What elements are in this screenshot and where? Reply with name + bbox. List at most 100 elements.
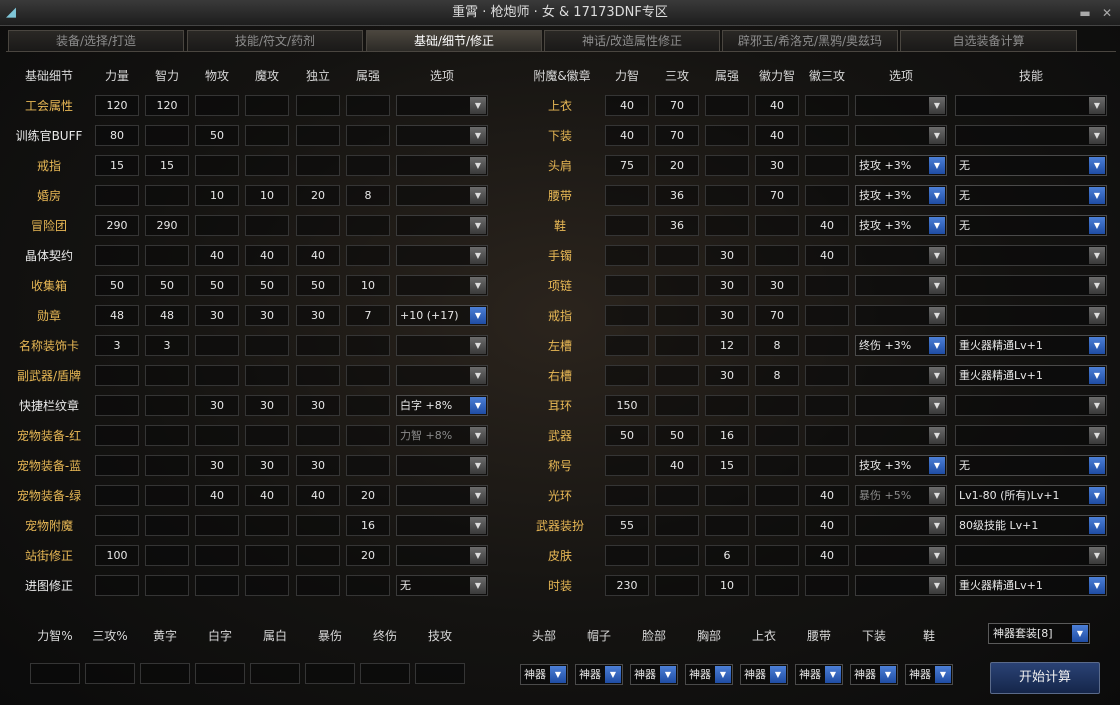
stat-field[interactable]: 40 (195, 485, 239, 506)
stat-field[interactable] (605, 275, 649, 296)
stat-field[interactable] (95, 425, 139, 446)
tab-3[interactable]: 神话/改造属性修正 (544, 30, 720, 51)
bonus-field[interactable] (85, 663, 135, 684)
skill-select[interactable]: ▼ (955, 125, 1107, 146)
stat-field[interactable] (195, 155, 239, 176)
stat-field[interactable] (346, 215, 390, 236)
stat-field[interactable] (245, 335, 289, 356)
stat-field[interactable] (195, 545, 239, 566)
option-select[interactable]: 力智 +8% ▼ (396, 425, 488, 446)
option-select[interactable]: ▼ (396, 545, 488, 566)
stat-field[interactable]: 20 (346, 545, 390, 566)
stat-field[interactable] (605, 335, 649, 356)
bonus-field[interactable] (250, 663, 300, 684)
skill-select[interactable]: 无 ▼ (955, 455, 1107, 476)
stat-field[interactable]: 30 (195, 305, 239, 326)
stat-field[interactable]: 30 (245, 455, 289, 476)
skill-select[interactable]: 无 ▼ (955, 155, 1107, 176)
skill-select[interactable]: ▼ (955, 305, 1107, 326)
stat-field[interactable]: 40 (755, 95, 799, 116)
stat-field[interactable]: 40 (805, 485, 849, 506)
stat-field[interactable] (195, 335, 239, 356)
stat-field[interactable] (346, 395, 390, 416)
stat-field[interactable]: 230 (605, 575, 649, 596)
stat-field[interactable] (296, 575, 340, 596)
stat-field[interactable]: 7 (346, 305, 390, 326)
stat-field[interactable] (346, 455, 390, 476)
stat-field[interactable] (346, 155, 390, 176)
option-select[interactable]: ▼ (855, 305, 947, 326)
bonus-field[interactable] (415, 663, 465, 684)
option-select[interactable]: ▼ (396, 185, 488, 206)
stat-field[interactable] (605, 545, 649, 566)
stat-field[interactable]: 50 (195, 125, 239, 146)
stat-field[interactable] (346, 125, 390, 146)
stat-field[interactable]: 75 (605, 155, 649, 176)
stat-field[interactable] (195, 575, 239, 596)
skill-select[interactable]: 80级技能 Lv+1 ▼ (955, 515, 1107, 536)
option-select[interactable]: ▼ (396, 515, 488, 536)
stat-field[interactable]: 50 (296, 275, 340, 296)
equip-type-select[interactable]: 神器 ▼ (575, 664, 623, 685)
stat-field[interactable] (296, 95, 340, 116)
bonus-field[interactable] (140, 663, 190, 684)
stat-field[interactable] (655, 395, 699, 416)
option-select[interactable]: 终伤 +3% ▼ (855, 335, 947, 356)
option-select[interactable]: 暴伤 +5% ▼ (855, 485, 947, 506)
stat-field[interactable]: 150 (605, 395, 649, 416)
equip-type-select[interactable]: 神器 ▼ (850, 664, 898, 685)
option-select[interactable]: ▼ (855, 245, 947, 266)
stat-field[interactable] (296, 155, 340, 176)
start-calculation-button[interactable]: 开始计算 (990, 662, 1100, 694)
skill-select[interactable]: ▼ (955, 95, 1107, 116)
stat-field[interactable] (605, 185, 649, 206)
stat-field[interactable]: 50 (95, 275, 139, 296)
stat-field[interactable] (655, 305, 699, 326)
stat-field[interactable] (755, 215, 799, 236)
stat-field[interactable]: 30 (705, 275, 749, 296)
stat-field[interactable] (755, 425, 799, 446)
stat-field[interactable] (655, 485, 699, 506)
stat-field[interactable] (805, 425, 849, 446)
stat-field[interactable] (705, 515, 749, 536)
stat-field[interactable]: 70 (655, 95, 699, 116)
stat-field[interactable]: 120 (145, 95, 189, 116)
stat-field[interactable]: 8 (755, 335, 799, 356)
stat-field[interactable] (805, 335, 849, 356)
stat-field[interactable]: 40 (655, 455, 699, 476)
bonus-field[interactable] (360, 663, 410, 684)
stat-field[interactable] (605, 365, 649, 386)
stat-field[interactable] (605, 455, 649, 476)
stat-field[interactable]: 30 (195, 395, 239, 416)
skill-select[interactable]: ▼ (955, 425, 1107, 446)
bonus-field[interactable] (195, 663, 245, 684)
stat-field[interactable]: 20 (655, 155, 699, 176)
option-select[interactable]: ▼ (855, 275, 947, 296)
stat-field[interactable]: 36 (655, 215, 699, 236)
stat-field[interactable] (705, 395, 749, 416)
stat-field[interactable] (705, 155, 749, 176)
stat-field[interactable]: 30 (245, 305, 289, 326)
skill-select[interactable]: ▼ (955, 395, 1107, 416)
stat-field[interactable] (95, 575, 139, 596)
tab-4[interactable]: 辟邪玉/希洛克/黑鸦/奥兹玛 (722, 30, 898, 51)
stat-field[interactable] (245, 125, 289, 146)
stat-field[interactable]: 30 (296, 455, 340, 476)
stat-field[interactable]: 30 (245, 395, 289, 416)
stat-field[interactable]: 10 (346, 275, 390, 296)
option-select[interactable]: 技攻 +3% ▼ (855, 215, 947, 236)
stat-field[interactable] (245, 425, 289, 446)
stat-field[interactable]: 40 (245, 485, 289, 506)
option-select[interactable]: ▼ (396, 485, 488, 506)
option-select[interactable]: ▼ (855, 575, 947, 596)
stat-field[interactable] (296, 545, 340, 566)
stat-field[interactable] (755, 395, 799, 416)
stat-field[interactable] (95, 485, 139, 506)
stat-field[interactable]: 40 (245, 245, 289, 266)
stat-field[interactable] (145, 575, 189, 596)
stat-field[interactable] (655, 545, 699, 566)
stat-field[interactable]: 3 (95, 335, 139, 356)
stat-field[interactable] (296, 215, 340, 236)
stat-field[interactable]: 30 (705, 245, 749, 266)
bonus-field[interactable] (305, 663, 355, 684)
